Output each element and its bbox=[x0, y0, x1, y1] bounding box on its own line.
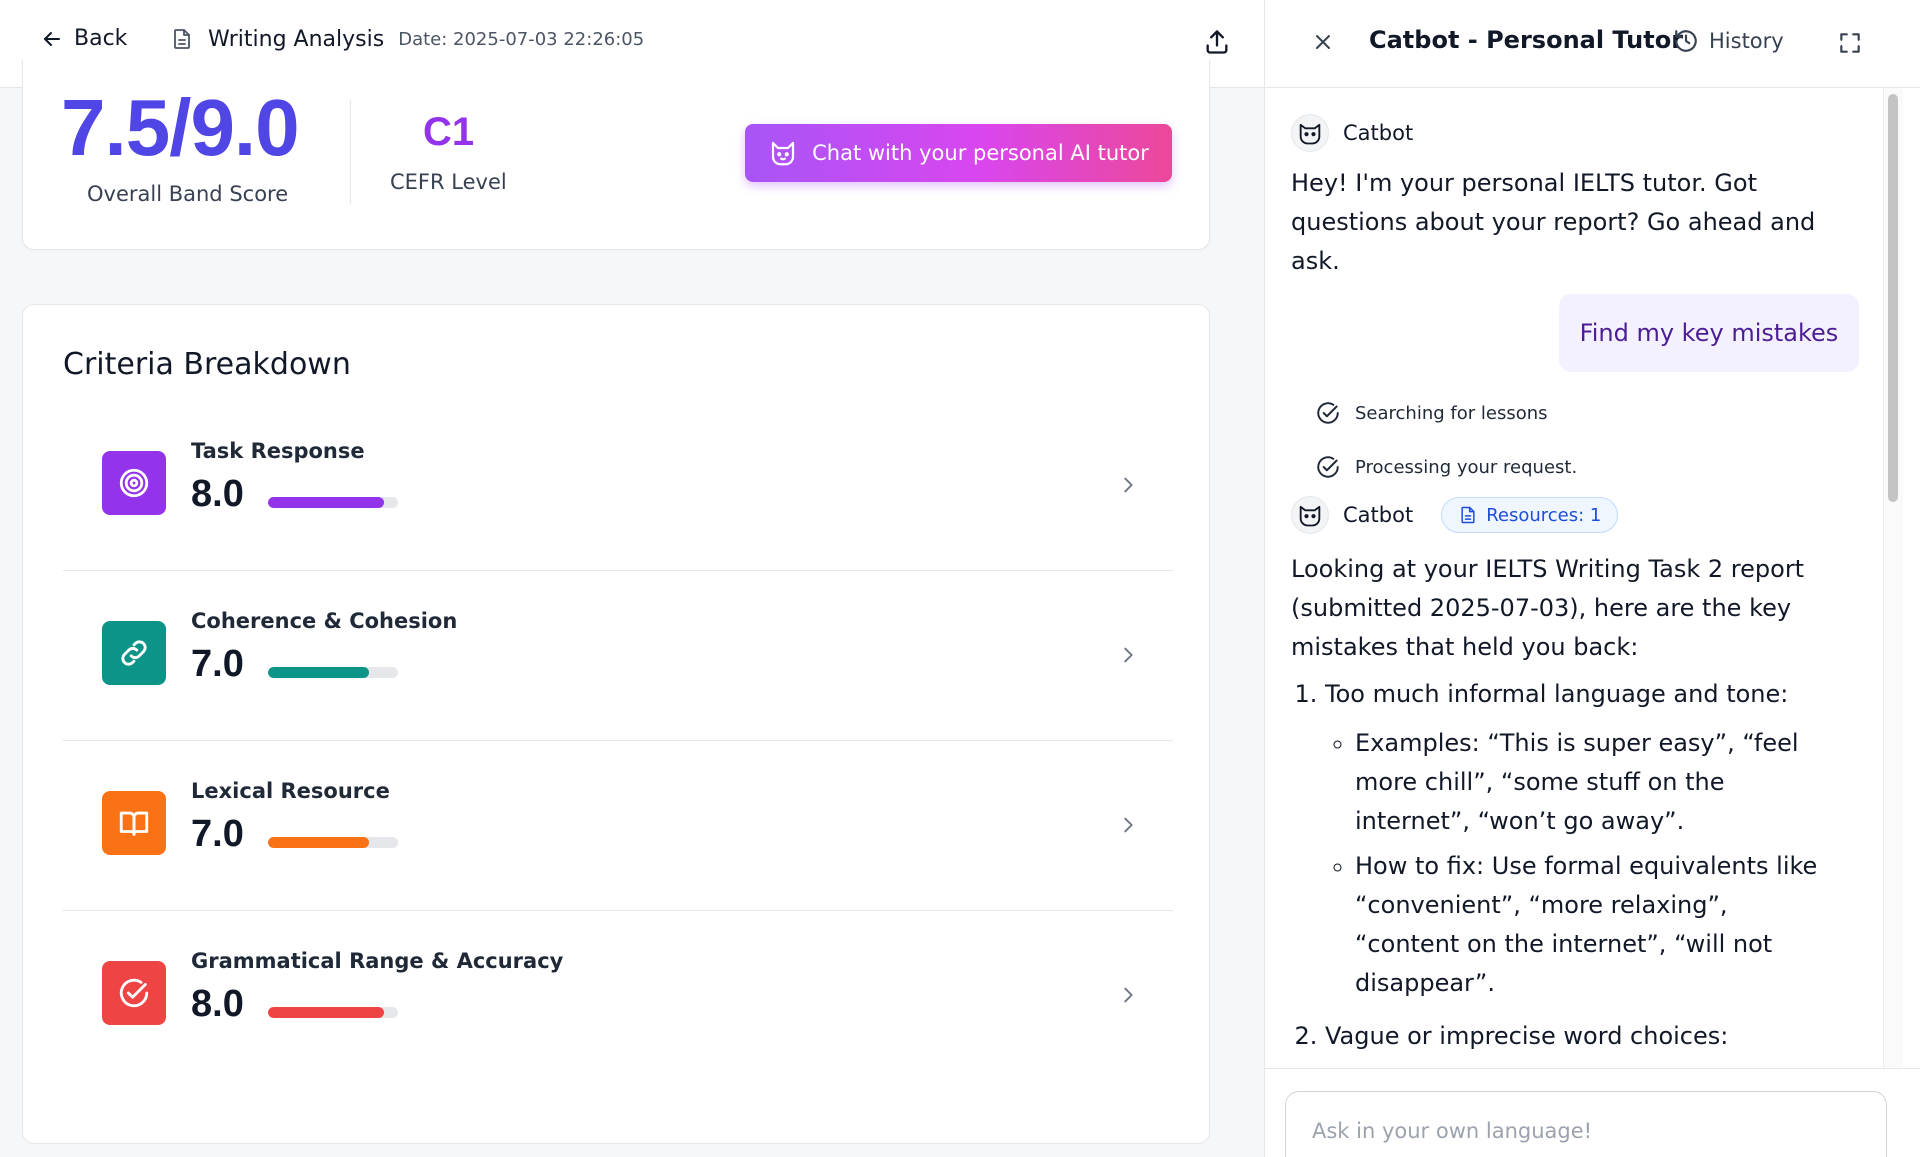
cat-face-icon bbox=[1299, 505, 1321, 527]
score-bar-fill bbox=[268, 497, 384, 508]
criteria-name: Lexical Resource bbox=[191, 779, 390, 803]
answer-bullets: Examples: “This is super easy”, “feel mo… bbox=[1325, 724, 1851, 1003]
criteria-score: 8.0 bbox=[191, 473, 244, 515]
document-icon bbox=[1461, 506, 1475, 524]
doc-date: Date: 2025-07-03 22:26:05 bbox=[398, 28, 645, 50]
answer-point: Too much informal language and tone: Exa… bbox=[1325, 675, 1851, 1003]
answer-bullet: Examples: “This is super easy”, “feel mo… bbox=[1355, 724, 1851, 841]
catbot-avatar bbox=[1291, 114, 1329, 152]
step-processing: Processing your request. bbox=[1315, 454, 1577, 480]
criteria-row-lexical-resource[interactable]: Lexical Resource 7.0 bbox=[63, 741, 1173, 911]
cat-face-icon bbox=[1299, 123, 1321, 145]
answer-point: Vague or imprecise word choices: bbox=[1325, 1017, 1851, 1056]
back-label: Back bbox=[74, 26, 128, 51]
cat-icon bbox=[772, 141, 795, 166]
answer-point-title: Too much informal language and tone: bbox=[1325, 680, 1789, 708]
bot-greeting: Hey! I'm your personal IELTS tutor. Got … bbox=[1291, 169, 1816, 275]
criteria-card: Criteria Breakdown Task Response 8.0 Coh… bbox=[22, 304, 1210, 1144]
criteria-name: Coherence & Cohesion bbox=[191, 609, 458, 633]
chat-title: Catbot - Personal Tutor bbox=[1369, 26, 1684, 54]
answer-point-title: Vague or imprecise word choices: bbox=[1325, 1022, 1729, 1050]
chat-with-tutor-button[interactable]: Chat with your personal AI tutor bbox=[745, 124, 1172, 182]
criteria-name: Grammatical Range & Accuracy bbox=[191, 949, 564, 973]
step-label: Processing your request. bbox=[1355, 456, 1578, 478]
arrow-left-icon bbox=[44, 31, 60, 46]
criteria-score: 7.0 bbox=[191, 813, 244, 855]
step-searching: Searching for lessons bbox=[1315, 400, 1548, 426]
doc-title: Writing Analysis bbox=[208, 26, 385, 52]
history-button[interactable]: History bbox=[1673, 28, 1784, 54]
score-bar-fill bbox=[268, 1007, 384, 1018]
score-bar bbox=[268, 837, 398, 848]
bot-header: Catbot Resources: 1 bbox=[1291, 496, 1619, 534]
criteria-score: 7.0 bbox=[191, 643, 244, 685]
overall-band-label: Overall Band Score bbox=[87, 182, 289, 206]
score-bar-fill bbox=[268, 667, 370, 678]
fullscreen-button[interactable] bbox=[1837, 30, 1863, 60]
criteria-row-task-response[interactable]: Task Response 8.0 bbox=[63, 401, 1173, 571]
chat-header: Catbot - Personal Tutor History bbox=[1265, 0, 1920, 88]
history-label: History bbox=[1709, 29, 1784, 53]
chat-scrollbar-thumb[interactable] bbox=[1888, 94, 1898, 502]
bot-name: Catbot bbox=[1343, 121, 1414, 145]
check-circle-icon bbox=[102, 961, 166, 1025]
chevron-right-icon bbox=[1124, 647, 1133, 663]
score-bar bbox=[268, 1007, 398, 1018]
divider bbox=[350, 100, 351, 204]
score-bar bbox=[268, 667, 398, 678]
chat-input-zone bbox=[1265, 1068, 1920, 1157]
chat-with-tutor-label: Chat with your personal AI tutor bbox=[812, 141, 1149, 165]
resources-badge[interactable]: Resources: 1 bbox=[1441, 497, 1619, 533]
chevron-right-icon bbox=[1124, 817, 1133, 833]
ask-input[interactable] bbox=[1285, 1091, 1887, 1157]
report-pane: Back Writing Analysis Date: 2025-07-03 2… bbox=[0, 0, 1264, 1157]
score-bar bbox=[268, 497, 398, 508]
expand-icon bbox=[1840, 33, 1860, 53]
share-button[interactable] bbox=[1203, 28, 1231, 60]
criteria-name: Task Response bbox=[191, 439, 365, 463]
bot-answer-intro: Looking at your IELTS Writing Task 2 rep… bbox=[1291, 555, 1805, 661]
close-chat-button[interactable] bbox=[1311, 30, 1335, 58]
resources-label: Resources: 1 bbox=[1486, 504, 1602, 526]
criteria-row-grammatical-range[interactable]: Grammatical Range & Accuracy 8.0 bbox=[63, 911, 1173, 1081]
user-message: Find my key mistakes bbox=[1559, 294, 1859, 372]
tutor-chat-panel: Catbot - Personal Tutor History Catbot H… bbox=[1264, 0, 1920, 1157]
bot-header: Catbot bbox=[1291, 114, 1413, 152]
cefr-level: C1 bbox=[423, 110, 475, 154]
score-bar-fill bbox=[268, 837, 370, 848]
check-circle-icon bbox=[1317, 402, 1339, 424]
target-icon bbox=[102, 451, 166, 515]
score-card: 7.5/9.0 Overall Band Score C1 CEFR Level… bbox=[22, 60, 1210, 250]
criteria-title: Criteria Breakdown bbox=[63, 347, 351, 382]
step-label: Searching for lessons bbox=[1355, 402, 1548, 424]
cefr-label: CEFR Level bbox=[390, 170, 507, 194]
answer-bullet: How to fix: Use formal equivalents like … bbox=[1355, 847, 1851, 1003]
answer-list: Too much informal language and tone: Exa… bbox=[1291, 675, 1851, 1064]
overall-band-score: 7.5/9.0 bbox=[61, 83, 300, 172]
book-icon bbox=[102, 791, 166, 855]
check-circle-icon bbox=[1317, 456, 1339, 478]
document-icon bbox=[174, 29, 190, 49]
chevron-right-icon bbox=[1124, 477, 1133, 493]
link-icon bbox=[102, 621, 166, 685]
history-icon bbox=[1675, 30, 1697, 52]
criteria-score: 8.0 bbox=[191, 983, 244, 1025]
doc-title-group: Writing Analysis Date: 2025-07-03 22:26:… bbox=[170, 26, 644, 52]
criteria-row-coherence-cohesion[interactable]: Coherence & Cohesion 7.0 bbox=[63, 571, 1173, 741]
back-button[interactable]: Back bbox=[40, 26, 127, 51]
chevron-right-icon bbox=[1124, 987, 1133, 1003]
bot-name: Catbot bbox=[1343, 503, 1414, 527]
upload-icon bbox=[1206, 30, 1228, 54]
close-icon bbox=[1316, 35, 1330, 49]
catbot-avatar bbox=[1291, 496, 1329, 534]
